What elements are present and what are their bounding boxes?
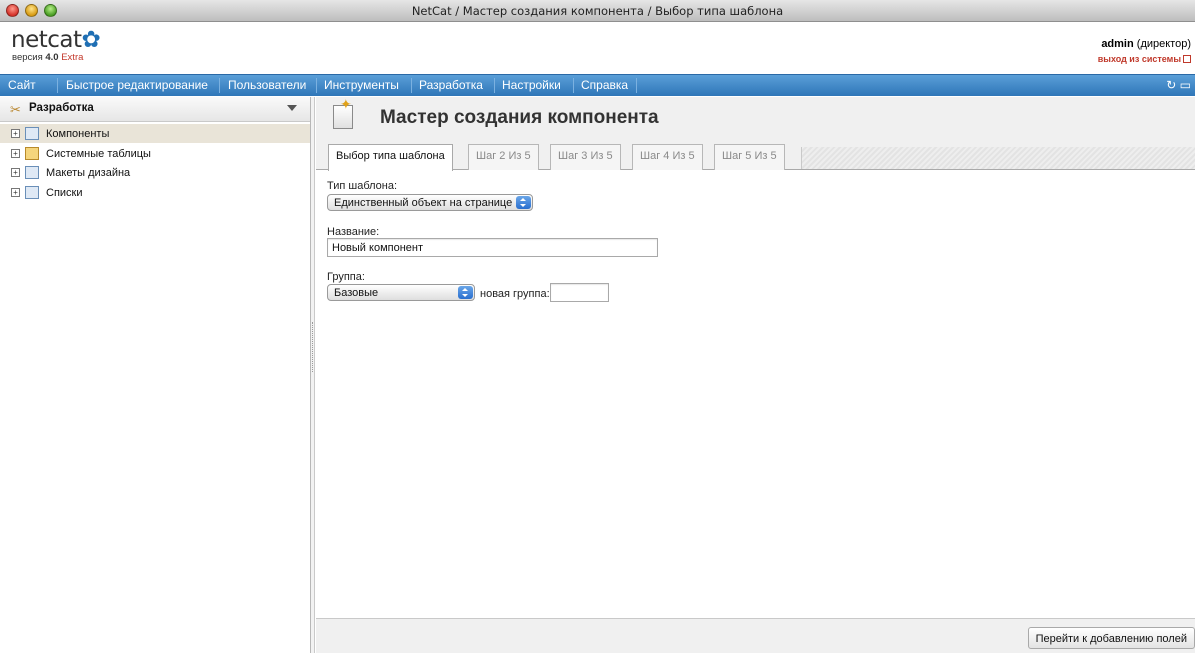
table-icon xyxy=(25,147,39,160)
logout-icon xyxy=(1183,55,1191,63)
main-menu: Сайт Быстрое редактирование Пользователи… xyxy=(0,74,1195,96)
version-label: версия xyxy=(12,52,43,63)
page-header: Мастер создания компонента xyxy=(316,96,1195,144)
layout-icon xyxy=(25,166,39,179)
new-group-field[interactable] xyxy=(550,283,609,302)
tree-item-label: Компоненты xyxy=(46,128,110,140)
tree-item-label: Системные таблицы xyxy=(46,148,151,160)
group-label: Группа: xyxy=(327,271,365,283)
menu-separator xyxy=(494,78,495,93)
wizard-tabs: Выбор типа шаблона Шаг 2 Из 5 Шаг 3 Из 5… xyxy=(316,144,1195,171)
tree-item-components[interactable]: + Компоненты xyxy=(0,124,310,143)
menu-item-quick-edit[interactable]: Быстрое редактирование xyxy=(66,78,208,92)
menu-item-settings[interactable]: Настройки xyxy=(502,78,561,92)
new-group-label: новая группа: xyxy=(480,288,550,300)
tab-step-2[interactable]: Шаг 2 Из 5 xyxy=(468,144,539,170)
tab-step-3[interactable]: Шаг 3 Из 5 xyxy=(550,144,621,170)
user-role: (директор) xyxy=(1136,38,1191,50)
logout-label: выход из системы xyxy=(1097,54,1181,64)
tab-template-type[interactable]: Выбор типа шаблона xyxy=(328,144,453,171)
sidebar-title: Разработка xyxy=(29,102,94,114)
wizard-form: Тип шаблона: Единственный объект на стра… xyxy=(316,171,1195,621)
window-title: NetCat / Мастер создания компонента / Вы… xyxy=(411,4,784,18)
window-titlebar: NetCat / Мастер создания компонента / Вы… xyxy=(0,0,1195,22)
version-info: версия 4.0 Extra xyxy=(12,52,83,63)
user-name[interactable]: admin xyxy=(1101,38,1133,50)
wizard-footer: Перейти к добавлению полей xyxy=(316,618,1195,653)
menu-separator xyxy=(636,78,637,93)
panel-splitter[interactable] xyxy=(311,97,315,653)
tree-item-system-tables[interactable]: + Системные таблицы xyxy=(0,144,310,163)
template-type-select[interactable]: Единственный объект на странице xyxy=(327,194,533,211)
splitter-grip[interactable] xyxy=(312,322,313,372)
sidebar-header[interactable]: ✂ Разработка xyxy=(0,97,310,122)
select-arrows-icon xyxy=(516,196,531,209)
menu-separator xyxy=(57,78,58,93)
menu-item-help[interactable]: Справка xyxy=(581,78,628,92)
template-type-value: Единственный объект на странице xyxy=(334,197,513,209)
expand-icon[interactable]: + xyxy=(11,129,20,138)
group-value: Базовые xyxy=(334,287,379,299)
expand-icon[interactable]: + xyxy=(11,188,20,197)
logo-text: netcat xyxy=(11,27,82,53)
logo-cat-icon: ✿ xyxy=(81,27,101,53)
name-label: Название: xyxy=(327,226,380,238)
menu-right-icons: ↻ ▭ xyxy=(1166,78,1191,92)
menu-item-site[interactable]: Сайт xyxy=(8,78,36,92)
main-panel: Мастер создания компонента Выбор типа ша… xyxy=(316,96,1195,653)
expand-icon[interactable]: + xyxy=(11,149,20,158)
tabs-filler xyxy=(801,147,1195,169)
menu-item-users[interactable]: Пользователи xyxy=(228,78,306,92)
user-info: admin (директор) xyxy=(1101,38,1191,50)
tree-item-lists[interactable]: + Списки xyxy=(0,183,310,202)
page-title: Мастер создания компонента xyxy=(380,107,659,128)
menu-separator xyxy=(219,78,220,93)
menu-separator xyxy=(573,78,574,93)
chevron-down-icon[interactable] xyxy=(287,105,297,111)
next-step-button[interactable]: Перейти к добавлению полей xyxy=(1027,627,1195,649)
tab-step-4[interactable]: Шаг 4 Из 5 xyxy=(632,144,703,170)
tree-item-label: Списки xyxy=(46,187,83,199)
wizard-icon xyxy=(333,96,353,129)
menu-item-development[interactable]: Разработка xyxy=(419,78,483,92)
component-icon xyxy=(25,127,39,140)
tree-item-label: Макеты дизайна xyxy=(46,167,131,179)
refresh-icon[interactable]: ↻ xyxy=(1166,78,1176,92)
group-select[interactable]: Базовые xyxy=(327,284,475,301)
tree-item-design-layouts[interactable]: + Макеты дизайна xyxy=(0,163,310,182)
tools-icon: ✂ xyxy=(10,102,21,117)
window-icon[interactable]: ▭ xyxy=(1180,78,1191,92)
menu-item-tools[interactable]: Инструменты xyxy=(324,78,399,92)
expand-icon[interactable]: + xyxy=(11,168,20,177)
version-number: 4.0 xyxy=(45,52,59,63)
netcat-logo[interactable]: netcat✿ xyxy=(11,27,101,53)
edition-label: Extra xyxy=(61,52,84,63)
logout-link[interactable]: выход из системы xyxy=(1098,54,1191,64)
app-header: netcat✿ версия 4.0 Extra admin (директор… xyxy=(0,23,1195,73)
sidebar: ✂ Разработка + Компоненты + Системные та… xyxy=(0,97,311,653)
select-arrows-icon xyxy=(458,286,473,299)
list-icon xyxy=(25,186,39,199)
menu-separator xyxy=(411,78,412,93)
name-field[interactable]: Новый компонент xyxy=(327,238,658,257)
menu-separator xyxy=(316,78,317,93)
template-type-label: Тип шаблона: xyxy=(327,180,398,192)
tab-step-5[interactable]: Шаг 5 Из 5 xyxy=(714,144,785,170)
